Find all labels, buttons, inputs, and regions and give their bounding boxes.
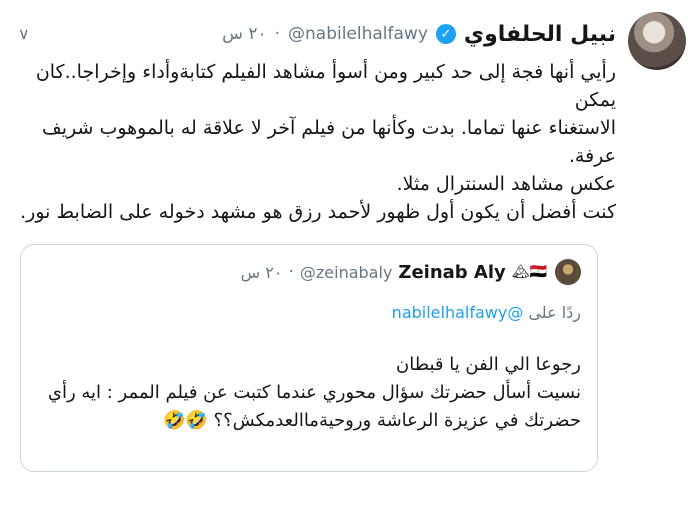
reply-prefix: ردًا على (528, 303, 581, 322)
quoted-display-name[interactable]: Zeinab Aly (398, 262, 505, 283)
tweet-text-line: عكس مشاهد السنترال مثلا. (396, 173, 616, 195)
quoted-avatar[interactable] (555, 259, 581, 285)
flag-emoji: 🇪🇬🏔 (511, 264, 547, 280)
tweet-header: نبيل الحلفاوي ✓ @nabilelhalfawy · ٢٠ س (222, 20, 616, 48)
tweet-text-line: الاستغناء عنها تماما. بدت وكأنها من فيلم… (42, 117, 616, 167)
quoted-text-line: رجوعا الي الفن يا قبطان (395, 354, 581, 375)
tweet-text: رأيي أنها فجة إلى حد كبير ومن أسوأ مشاهد… (20, 58, 616, 226)
tweet-card: نبيل الحلفاوي ✓ @nabilelhalfawy · ٢٠ س ∨… (0, 0, 700, 525)
user-handle[interactable]: @nabilelhalfawy (288, 24, 428, 44)
separator-dot: · (274, 24, 280, 44)
quoted-tweet[interactable]: 🇪🇬🏔 Zeinab Aly @zeinabaly · ٢٠ س ردًا عل… (20, 244, 598, 472)
chevron-down-icon[interactable]: ∨ (18, 24, 30, 43)
quoted-text: رجوعا الي الفن يا قبطان نسيت أسأل حضرتك … (35, 351, 581, 435)
verified-badge-icon: ✓ (435, 24, 456, 44)
tweet-text-line: رأيي أنها فجة إلى حد كبير ومن أسوأ مشاهد… (35, 61, 616, 111)
timestamp[interactable]: ٢٠ س (222, 24, 266, 44)
reply-mention-link[interactable]: @nabilelhalfawy (392, 303, 524, 322)
avatar[interactable] (628, 12, 686, 70)
quoted-header: 🇪🇬🏔 Zeinab Aly @zeinabaly · ٢٠ س (241, 259, 547, 285)
tweet-text-line: كنت أفضل أن يكون أول ظهور لأحمد رزق هو م… (20, 201, 616, 223)
reply-context: ردًا على @nabilelhalfawy (392, 303, 581, 322)
display-name[interactable]: نبيل الحلفاوي (464, 22, 616, 47)
quoted-text-line: نسيت أسأل حضرتك سؤال محوري عندما كتبت عن… (47, 382, 581, 403)
separator-dot: · (288, 262, 294, 282)
quoted-timestamp[interactable]: ٢٠ س (241, 263, 283, 282)
quoted-text-line: حضرتك في عزيزة الرعاشة وروحيةماالعدمكش؟؟… (163, 410, 581, 431)
quoted-handle[interactable]: @zeinabaly (300, 263, 393, 282)
